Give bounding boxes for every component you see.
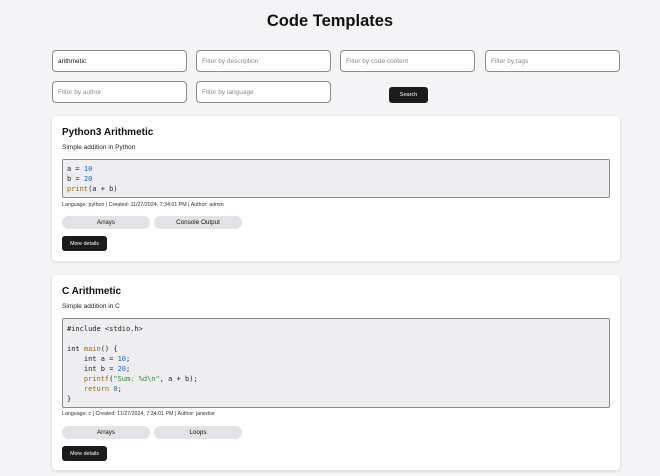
more-details-button[interactable]: More details	[62, 236, 107, 251]
code-block: #include <stdio.h> int main() { int a = 1…	[62, 318, 610, 408]
code-line: a = 10	[67, 164, 605, 174]
code-block: a = 10 b = 20 print(a + b)	[62, 159, 610, 198]
code-token: int a =	[67, 355, 118, 363]
page-title: Code Templates	[266, 12, 394, 30]
code-line: int a = 10;	[67, 354, 605, 364]
code-token: print	[67, 185, 89, 193]
code-line: b = 20	[67, 174, 605, 184]
tag-badge[interactable]: Arrays	[62, 216, 150, 229]
template-description: Simple addition in Python	[62, 144, 136, 151]
code-token: int	[67, 345, 84, 353]
template-title: C Arithmetic	[62, 286, 122, 297]
code-token: , a + b);	[159, 375, 198, 383]
tag-badge[interactable]: Loops	[154, 426, 242, 439]
template-card: Python3 Arithmetic Simple addition in Py…	[52, 116, 620, 261]
code-token: 10	[83, 165, 93, 173]
template-meta: Language: python | Created: 11/27/2024, …	[62, 202, 224, 208]
code-token: 20	[83, 175, 93, 183]
code-token: }	[67, 395, 72, 403]
code-token: ;	[117, 385, 122, 393]
code-token: 10	[117, 355, 127, 363]
code-token: ;	[126, 355, 131, 363]
more-details-button[interactable]: More details	[62, 446, 107, 461]
code-token: () {	[100, 345, 118, 353]
code-token: main	[83, 345, 101, 353]
code-line: return 0;	[67, 384, 605, 394]
code-token: printf	[83, 375, 110, 383]
code-line: int b = 20;	[67, 364, 605, 374]
author-filter-input[interactable]	[52, 81, 187, 103]
code-token: #include <stdio.h>	[67, 325, 143, 333]
code-line: #include <stdio.h>	[67, 324, 605, 334]
code-token: "Sum: %d\n"	[113, 375, 160, 383]
code-token: ;	[126, 365, 131, 373]
tags-filter-input[interactable]	[485, 50, 620, 72]
code-line: }	[67, 394, 605, 404]
template-title: Python3 Arithmetic	[62, 127, 154, 138]
code-token: return	[83, 385, 110, 393]
code-token: (a + b)	[88, 185, 118, 193]
code-token: int b =	[67, 365, 118, 373]
search-button[interactable]: Search	[389, 87, 428, 103]
tag-badge[interactable]: Arrays	[62, 426, 150, 439]
code-token: b =	[67, 175, 84, 183]
name-filter-input[interactable]	[52, 50, 187, 72]
template-meta: Language: c | Created: 11/27/2024, 7:34:…	[62, 411, 215, 417]
template-card: C Arithmetic Simple addition in C #inclu…	[52, 275, 620, 470]
code-content-filter-input[interactable]	[340, 50, 475, 72]
code-token: 20	[117, 365, 127, 373]
tag-badge[interactable]: Console Output	[154, 216, 242, 229]
description-filter-input[interactable]	[196, 50, 331, 72]
code-line: print(a + b)	[67, 184, 605, 194]
code-line: int main() {	[67, 344, 605, 354]
template-description: Simple addition in C	[62, 303, 120, 310]
code-token: a =	[67, 165, 84, 173]
language-filter-input[interactable]	[196, 81, 331, 103]
code-line: printf("Sum: %d\n", a + b);	[67, 374, 605, 384]
